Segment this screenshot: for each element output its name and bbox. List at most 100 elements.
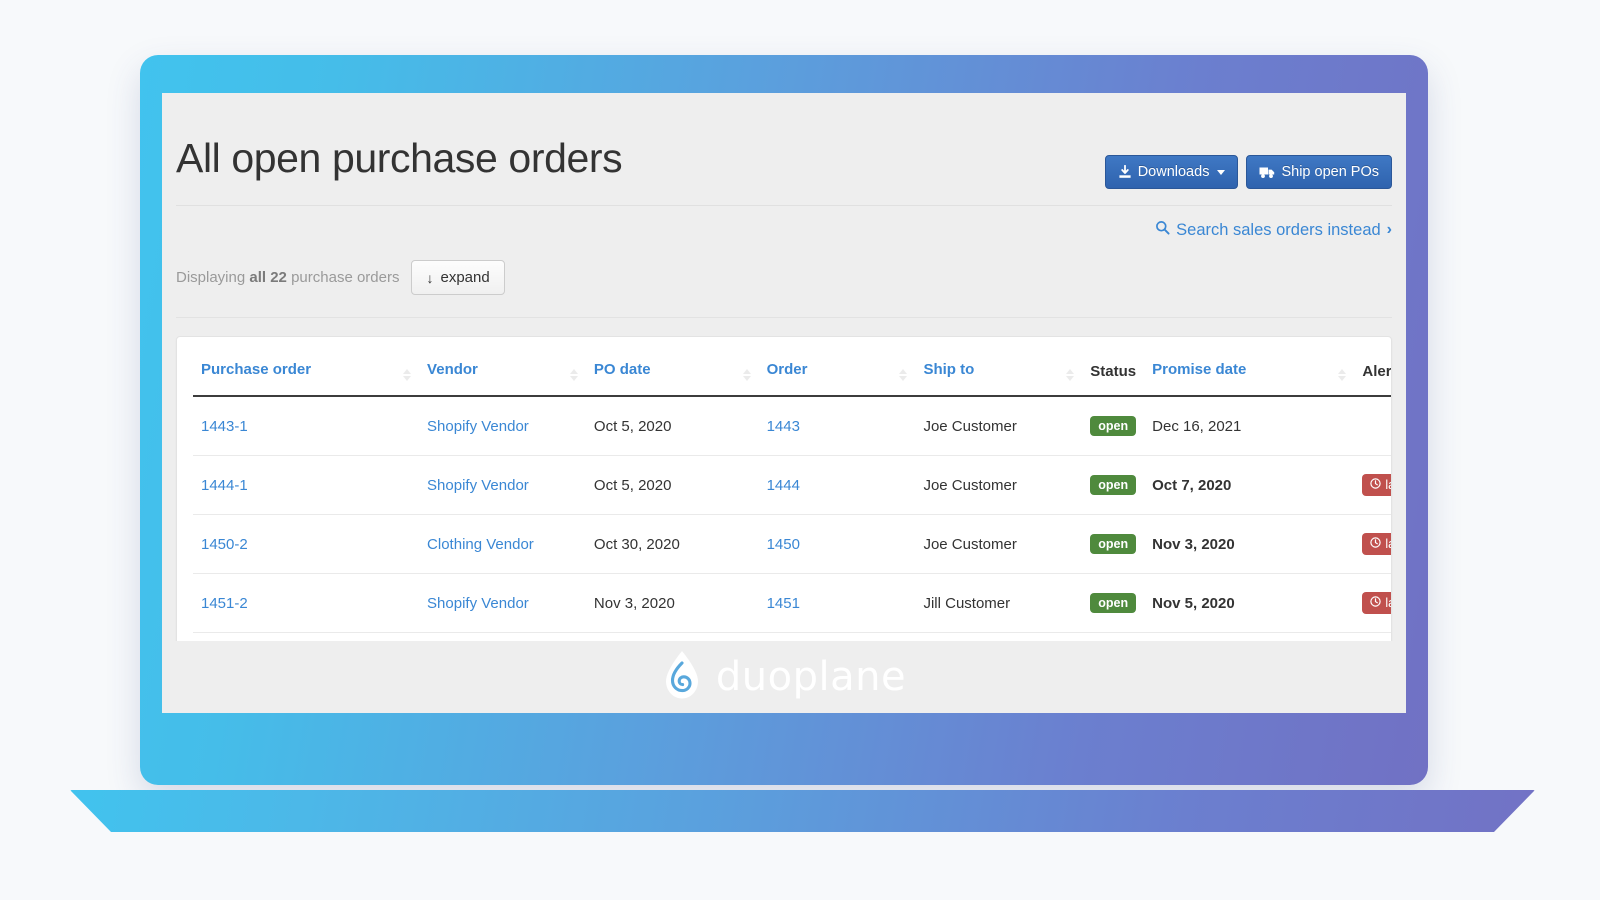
table-header: Purchase order Vendor PO date Order Ship to S… [193, 351, 1392, 396]
cell-promise-date: Dec 16, 2021 [1144, 396, 1354, 456]
clock-icon [1370, 478, 1381, 492]
column-header-label: Vendor [427, 361, 478, 378]
header-actions: Downloads Ship open POs [1105, 137, 1392, 189]
table-row: 1444-1 Shopify Vendor Oct 5, 2020 1444 Joe C… [193, 456, 1392, 515]
displaying-row: Displaying all 22 purchase orders ↓ expa… [176, 240, 1392, 318]
order-link[interactable]: 1450 [767, 536, 800, 553]
app-page: All open purchase orders Downloads [162, 93, 1406, 641]
laptop-mockup: All open purchase orders Downloads [140, 55, 1428, 785]
sort-arrows-icon[interactable] [743, 369, 751, 381]
column-header-label: Ship to [923, 361, 974, 378]
alert-badge-label: late [1385, 597, 1392, 610]
vendor-link[interactable]: Shopify Vendor [427, 595, 529, 612]
vendor-link[interactable]: Shopify Vendor [427, 477, 529, 494]
cell-vendor: Clothing Vendor [419, 515, 586, 574]
column-header-label: Order [767, 361, 808, 378]
cell-promise-date: Oct 7, 2020 [1144, 456, 1354, 515]
expand-button-label: expand [440, 269, 489, 286]
ship-open-pos-button-label: Ship open POs [1281, 164, 1379, 180]
alert-badge-label: late [1385, 479, 1392, 492]
cell-promise-date: Nov 11, 2020 [1144, 633, 1354, 642]
column-header-purchase_order[interactable]: Purchase order [193, 351, 419, 396]
column-header-vendor[interactable]: Vendor [419, 351, 586, 396]
column-header-status: Status [1082, 351, 1144, 396]
alert-badge-late: late [1362, 533, 1392, 555]
laptop-base [70, 790, 1535, 832]
page-title: All open purchase orders [176, 137, 622, 180]
column-header-order[interactable]: Order [759, 351, 916, 396]
alert-badge-late: late [1362, 592, 1392, 614]
chevron-down-icon [1217, 170, 1225, 175]
cell-promise-date: Nov 3, 2020 [1144, 515, 1354, 574]
column-header-label: PO date [594, 361, 651, 378]
cell-ship-to: Joe Customer [915, 515, 1082, 574]
cell-ship-to: Joe Customer [915, 396, 1082, 456]
table-row: 1443-1 Shopify Vendor Oct 5, 2020 1443 Joe C… [193, 396, 1392, 456]
column-header-label: Purchase order [201, 361, 311, 378]
displaying-suffix: purchase orders [291, 269, 399, 286]
column-header-label: Promise date [1152, 361, 1246, 378]
water-drop-spiral-icon [662, 650, 702, 705]
sort-arrows-icon[interactable] [1338, 369, 1346, 381]
order-link[interactable]: 1444 [767, 477, 800, 494]
ship-open-pos-button[interactable]: Ship open POs [1246, 155, 1392, 189]
cell-status: open [1082, 633, 1144, 642]
cell-vendor: Shopify Vendor [419, 456, 586, 515]
clock-icon [1370, 596, 1381, 610]
table-header-row: Purchase order Vendor PO date Order Ship to S… [193, 351, 1392, 396]
order-link[interactable]: 1451 [767, 595, 800, 612]
search-sales-orders-link[interactable]: Search sales orders instead › [1155, 220, 1392, 240]
cell-po-date: Oct 30, 2020 [586, 515, 759, 574]
table-body: 1443-1 Shopify Vendor Oct 5, 2020 1443 Joe C… [193, 396, 1392, 641]
status-badge: open [1090, 416, 1136, 437]
column-header-label: Status [1090, 363, 1136, 380]
cell-po-date: Oct 5, 2020 [586, 396, 759, 456]
purchase-order-link[interactable]: 1443-1 [201, 418, 248, 435]
alerts-list: late [1362, 592, 1392, 614]
sort-arrows-icon[interactable] [403, 369, 411, 381]
sort-arrows-icon[interactable] [570, 369, 578, 381]
displaying-prefix: Displaying [176, 269, 245, 286]
displaying-text: Displaying all 22 purchase orders [176, 269, 399, 286]
table-row: 1450-2 Clothing Vendor Oct 30, 2020 1450 Joe… [193, 515, 1392, 574]
chevron-right-icon: › [1387, 221, 1392, 239]
cell-purchase-order: 1450-2 [193, 515, 419, 574]
purchase-orders-card: Purchase order Vendor PO date Order Ship to S… [176, 336, 1392, 641]
cell-status: open [1082, 396, 1144, 456]
alerts-list: late [1362, 533, 1392, 555]
downloads-button-label: Downloads [1138, 164, 1210, 180]
cell-purchase-order: 1451-2 [193, 574, 419, 633]
displaying-count: all 22 [249, 269, 287, 286]
cell-ship-to: Jill Customer [915, 574, 1082, 633]
cell-vendor: Shopify Vendor [419, 396, 586, 456]
cell-po-date: Nov 3, 2020 [586, 574, 759, 633]
cell-alerts: not confirmedlate [1354, 633, 1392, 642]
cell-po-date: Oct 5, 2020 [586, 456, 759, 515]
cell-order: 1444 [759, 456, 916, 515]
purchase-order-link[interactable]: 1450-2 [201, 536, 248, 553]
downloads-button[interactable]: Downloads [1105, 155, 1239, 189]
order-link[interactable]: 1443 [767, 418, 800, 435]
alert-badge-label: late [1385, 538, 1392, 551]
purchase-order-link[interactable]: 1444-1 [201, 477, 248, 494]
arrow-down-icon: ↓ [426, 271, 433, 285]
page-header: All open purchase orders Downloads [176, 93, 1392, 206]
column-header-po_date[interactable]: PO date [586, 351, 759, 396]
cell-po-date: Nov 9, 2020 [586, 633, 759, 642]
clock-icon [1370, 537, 1381, 551]
cell-order: 1451 [759, 574, 916, 633]
search-sales-orders-link-label: Search sales orders instead [1176, 221, 1381, 240]
sort-arrows-icon[interactable] [899, 369, 907, 381]
purchase-orders-table: Purchase order Vendor PO date Order Ship to S… [193, 351, 1392, 641]
column-header-ship_to[interactable]: Ship to [915, 351, 1082, 396]
expand-button[interactable]: ↓ expand [411, 260, 504, 295]
purchase-order-link[interactable]: 1451-2 [201, 595, 248, 612]
vendor-link[interactable]: Clothing Vendor [427, 536, 534, 553]
truck-icon [1259, 166, 1275, 179]
status-badge: open [1090, 593, 1136, 614]
column-header-promise_date[interactable]: Promise date [1144, 351, 1354, 396]
column-header-alerts: Alerts [1354, 351, 1392, 396]
vendor-link[interactable]: Shopify Vendor [427, 418, 529, 435]
cell-ship-to: Joe Customer [915, 456, 1082, 515]
sort-arrows-icon[interactable] [1066, 369, 1074, 381]
